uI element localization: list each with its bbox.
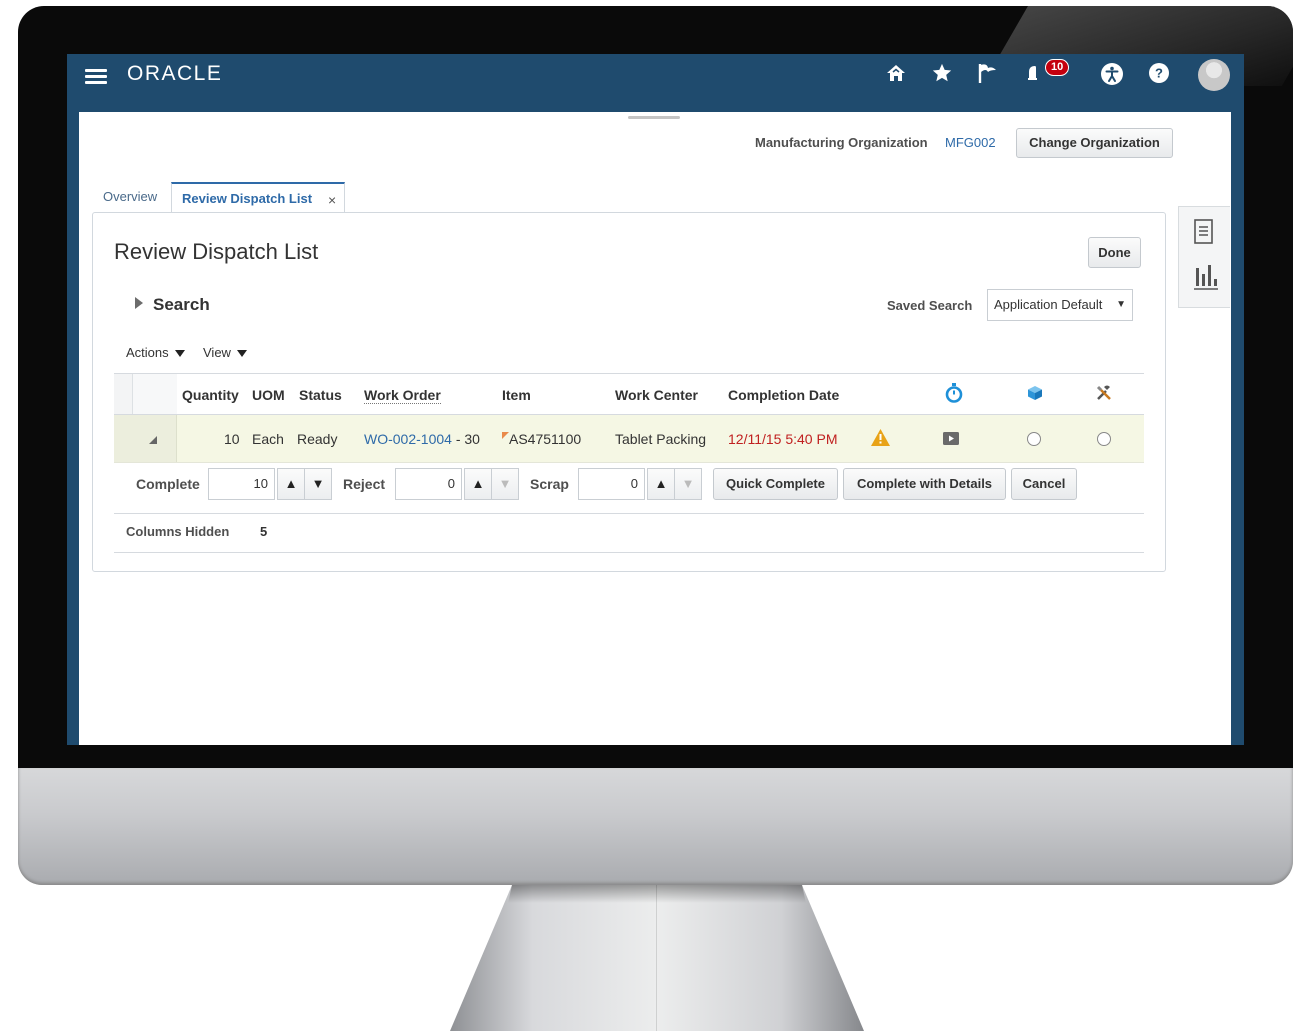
view-menu[interactable]: View	[203, 345, 247, 360]
column-header-uom[interactable]: UOM	[252, 387, 285, 403]
table-header: Quantity UOM Status Work Order Item Work…	[114, 373, 1144, 415]
screen: ORACLE 10 ? Manufacturing Organization M…	[67, 54, 1244, 745]
review-dispatch-panel: Review Dispatch List Done Search Saved S…	[92, 212, 1166, 572]
tab-close-icon[interactable]: ×	[328, 185, 336, 215]
column-header-item[interactable]: Item	[502, 387, 531, 403]
actions-menu[interactable]: Actions	[126, 345, 185, 360]
row-selector[interactable]	[114, 415, 177, 462]
cancel-button[interactable]: Cancel	[1011, 468, 1077, 500]
tab-overview[interactable]: Overview	[103, 182, 157, 212]
flag-icon[interactable]	[974, 62, 1000, 88]
favorites-star-icon[interactable]	[929, 62, 955, 88]
scrap-increment-button[interactable]: ▲	[647, 468, 675, 500]
column-header-work-center[interactable]: Work Center	[615, 387, 698, 403]
document-icon[interactable]	[1193, 219, 1217, 247]
warning-icon	[871, 429, 890, 449]
page-title: Review Dispatch List	[114, 239, 319, 264]
cell-uom: Each	[252, 431, 284, 447]
user-avatar[interactable]	[1198, 59, 1230, 91]
columns-hidden-value[interactable]: 5	[260, 524, 267, 539]
search-disclosure[interactable]: Search	[135, 295, 210, 315]
play-video-icon[interactable]	[943, 432, 959, 448]
reject-increment-button[interactable]: ▲	[464, 468, 492, 500]
drag-handle[interactable]	[628, 116, 680, 119]
complete-with-details-button[interactable]: Complete with Details	[843, 468, 1006, 500]
scrap-decrement-button[interactable]: ▼	[674, 468, 702, 500]
menu-icon[interactable]	[85, 66, 107, 88]
svg-text:?: ?	[1155, 66, 1163, 81]
cell-completion-date: 12/11/15 5:40 PM	[728, 431, 838, 447]
cell-work-order: WO-002-1004 - 30	[364, 431, 480, 447]
cell-status: Ready	[297, 431, 338, 447]
item-flag-icon	[502, 432, 509, 439]
actions-menu-label: Actions	[126, 345, 169, 360]
dropdown-arrow-icon: ▼	[1116, 299, 1126, 310]
done-button[interactable]: Done	[1088, 237, 1141, 268]
column-header-work-order[interactable]: Work Order	[364, 387, 441, 404]
global-header: ORACLE 10 ?	[67, 54, 1244, 104]
main-content: Manufacturing Organization MFG002 Change…	[79, 112, 1231, 745]
home-icon[interactable]	[883, 62, 909, 88]
help-icon[interactable]: ?	[1146, 62, 1172, 88]
complete-increment-button[interactable]: ▲	[277, 468, 305, 500]
complete-label: Complete	[136, 476, 200, 492]
work-order-operation: - 30	[455, 431, 480, 447]
column-header-quantity[interactable]: Quantity	[182, 387, 239, 403]
cell-quantity: 10	[224, 431, 240, 447]
header-detail-column	[133, 374, 177, 414]
header-row-selector	[114, 374, 133, 414]
tools-icon	[1095, 384, 1113, 405]
cell-work-center: Tablet Packing	[615, 431, 707, 447]
component-radio[interactable]	[1027, 432, 1041, 446]
collapse-row-icon	[149, 436, 157, 444]
tab-label: Review Dispatch List	[182, 191, 313, 206]
tab-review-dispatch-list[interactable]: Review Dispatch List ×	[171, 182, 345, 214]
org-value: MFG002	[945, 135, 996, 150]
oracle-logo: ORACLE	[127, 62, 223, 85]
saved-search-label: Saved Search	[887, 298, 973, 313]
resource-radio[interactable]	[1097, 432, 1111, 446]
saved-search-value: Application Default	[994, 297, 1103, 312]
search-label: Search	[153, 295, 210, 314]
monitor-stand-seam	[656, 885, 657, 1031]
item-value: AS4751100	[509, 431, 582, 447]
column-header-status[interactable]: Status	[299, 387, 342, 403]
monitor-chin	[18, 768, 1293, 885]
notifications-badge[interactable]: 10	[1045, 59, 1070, 76]
analytics-chart-icon[interactable]	[1193, 263, 1218, 291]
monitor-stand-shadow	[508, 885, 806, 903]
change-organization-button[interactable]: Change Organization	[1016, 128, 1173, 158]
complete-quantity-input[interactable]: 10	[208, 468, 275, 500]
accessibility-icon[interactable]	[1099, 62, 1125, 88]
reject-quantity-input[interactable]: 0	[395, 468, 462, 500]
stopwatch-icon	[945, 383, 963, 406]
completion-controls: Complete 10 ▲ ▼ Reject 0 ▲ ▼ Scrap 0 ▲ ▼…	[114, 463, 1144, 513]
work-order-link[interactable]: WO-002-1004	[364, 431, 452, 447]
columns-hidden-label: Columns Hidden	[126, 524, 230, 539]
complete-decrement-button[interactable]: ▼	[304, 468, 332, 500]
scrap-label: Scrap	[530, 476, 569, 492]
monitor-stand	[450, 885, 864, 1031]
caret-down-icon	[236, 350, 247, 357]
column-header-completion-date[interactable]: Completion Date	[728, 387, 839, 403]
saved-search-select[interactable]: Application Default ▼	[987, 289, 1133, 321]
columns-hidden-row: Columns Hidden 5	[114, 513, 1144, 553]
side-panel-rail	[1178, 206, 1230, 308]
table-row[interactable]: 10 Each Ready WO-002-1004 - 30 AS4751100…	[114, 415, 1144, 463]
reject-decrement-button[interactable]: ▼	[491, 468, 519, 500]
expand-triangle-icon	[135, 297, 143, 309]
cube-icon	[1027, 385, 1043, 404]
org-label: Manufacturing Organization	[755, 135, 928, 150]
cell-item: AS4751100	[502, 431, 581, 447]
scrap-quantity-input[interactable]: 0	[578, 468, 645, 500]
quick-complete-button[interactable]: Quick Complete	[713, 468, 838, 500]
caret-down-icon	[174, 350, 185, 357]
view-menu-label: View	[203, 345, 231, 360]
reject-label: Reject	[343, 476, 386, 492]
